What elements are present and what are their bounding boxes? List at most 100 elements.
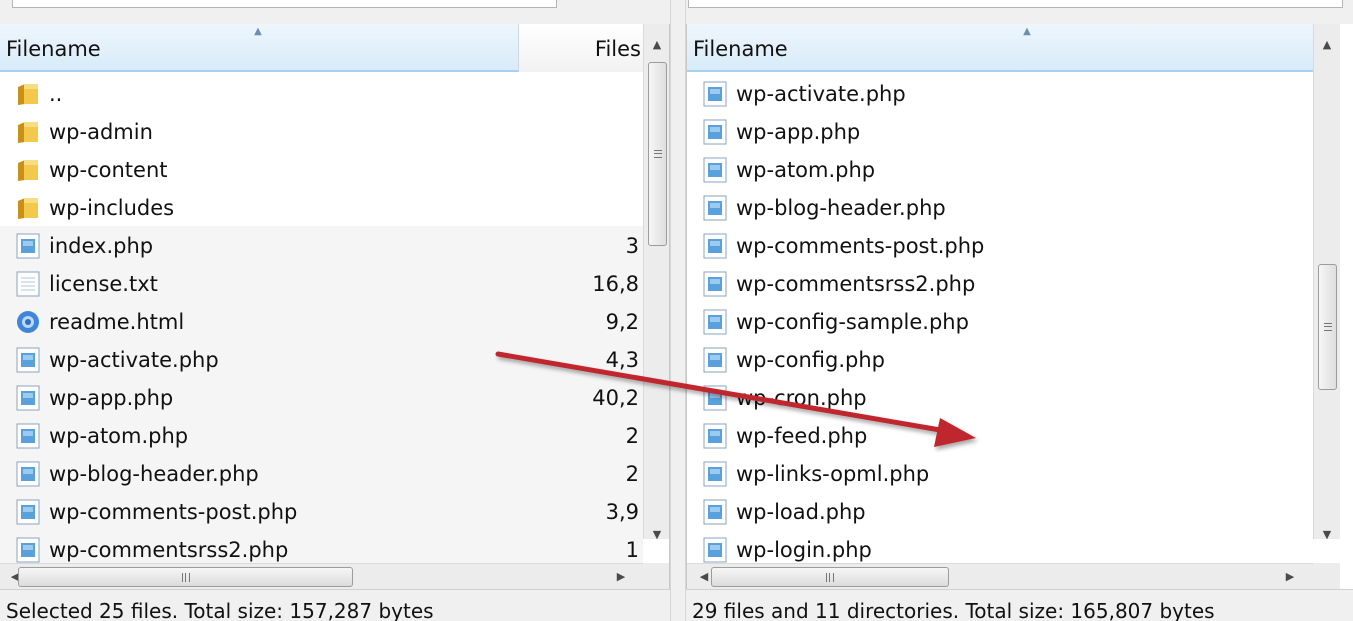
left-filename-column-header[interactable]: ▲ Filename xyxy=(0,24,519,72)
scroll-right-arrow-icon[interactable]: ▶ xyxy=(1279,564,1301,589)
file-name: index.php xyxy=(49,234,154,258)
file-row[interactable]: wp-admin xyxy=(0,112,643,150)
file-size xyxy=(519,74,639,112)
file-row[interactable]: wp-atom.php xyxy=(687,150,1313,188)
file-name: wp-feed.php xyxy=(736,424,868,448)
php-file-icon xyxy=(16,461,40,487)
right-scroll-corner xyxy=(1313,563,1340,589)
file-row[interactable]: index.php 3 xyxy=(0,226,643,264)
file-name: license.txt xyxy=(49,272,158,296)
folder-icon xyxy=(16,195,40,221)
left-vertical-scroll-thumb[interactable] xyxy=(648,62,667,246)
file-row[interactable]: wp-links-opml.php xyxy=(687,454,1313,492)
right-vertical-scrollbar[interactable]: ▲ ▼ xyxy=(1313,24,1340,541)
file-name: wp-content xyxy=(49,158,168,182)
left-horizontal-scrollbar[interactable]: ◀ ▶ xyxy=(0,563,643,589)
file-name: wp-commentsrss2.php xyxy=(736,272,976,296)
file-name: wp-admin xyxy=(49,120,153,144)
text-file-icon xyxy=(16,271,40,297)
file-name: wp-app.php xyxy=(49,386,174,410)
file-row[interactable]: readme.html 9,2 xyxy=(0,302,643,340)
file-row[interactable]: wp-app.php xyxy=(687,112,1313,150)
scroll-down-arrow-icon[interactable]: ▼ xyxy=(1314,522,1340,548)
column-label: Filename xyxy=(693,37,788,61)
left-filesize-column-header[interactable]: Files xyxy=(519,24,643,72)
file-name: wp-comments-post.php xyxy=(736,234,985,258)
scroll-up-arrow-icon[interactable]: ▲ xyxy=(1314,32,1340,58)
file-row[interactable]: license.txt 16,8 xyxy=(0,264,643,302)
file-row[interactable]: wp-commentsrss2.php xyxy=(687,264,1313,302)
right-path-bar xyxy=(686,0,1353,24)
file-name: wp-comments-post.php xyxy=(49,500,298,524)
left-path-field[interactable] xyxy=(12,0,557,8)
left-vertical-scrollbar[interactable]: ▲ ▼ xyxy=(643,24,669,541)
grip-icon xyxy=(826,573,834,582)
file-name: wp-activate.php xyxy=(49,348,219,372)
file-row[interactable]: wp-config.php xyxy=(687,340,1313,378)
file-row[interactable]: wp-activate.php xyxy=(687,74,1313,112)
file-row[interactable]: wp-atom.php 2 xyxy=(0,416,643,454)
file-name: wp-config.php xyxy=(736,348,885,372)
file-name: wp-atom.php xyxy=(49,424,189,448)
left-scroll-corner xyxy=(643,563,669,589)
local-file-list: ▲ Filename Files .. wp-admin wp-content wp-… xyxy=(0,24,670,589)
file-size: 9,2 xyxy=(605,310,639,334)
scroll-up-arrow-icon[interactable]: ▲ xyxy=(644,32,669,58)
file-name: wp-blog-header.php xyxy=(736,196,946,220)
right-filename-column-header[interactable]: ▲ Filename xyxy=(687,24,1313,72)
php-file-icon xyxy=(703,309,727,335)
grip-icon xyxy=(1324,323,1332,331)
file-name: wp-links-opml.php xyxy=(736,462,930,486)
file-row[interactable]: wp-activate.php 4,3 xyxy=(0,340,643,378)
file-size: 4,3 xyxy=(605,348,639,372)
file-row[interactable]: wp-app.php 40,2 xyxy=(0,378,643,416)
php-file-icon xyxy=(703,119,727,145)
left-path-bar xyxy=(0,0,670,24)
pane-splitter[interactable] xyxy=(670,0,686,621)
folder-icon xyxy=(16,157,40,183)
file-size: 16,8 xyxy=(592,272,639,296)
grip-icon xyxy=(181,573,190,582)
left-file-rows: .. wp-admin wp-content wp-includes index.php… xyxy=(0,74,643,568)
php-file-icon xyxy=(16,423,40,449)
file-row[interactable]: wp-blog-header.php 2 xyxy=(0,454,643,492)
sort-ascending-icon: ▲ xyxy=(1023,26,1031,37)
right-horizontal-scroll-thumb[interactable] xyxy=(711,567,949,587)
left-horizontal-scroll-thumb[interactable] xyxy=(18,567,353,587)
file-name: wp-blog-header.php xyxy=(49,462,259,486)
file-row[interactable]: wp-comments-post.php 3,9 xyxy=(0,492,643,530)
php-file-icon xyxy=(703,347,727,373)
right-horizontal-scrollbar[interactable]: ◀ ▶ xyxy=(687,563,1313,589)
file-size: 2 xyxy=(625,424,639,448)
file-size: 2 xyxy=(625,462,639,486)
right-status-bar: 29 files and 11 directories. Total size:… xyxy=(686,589,1353,621)
file-name: readme.html xyxy=(49,310,185,334)
grip-icon xyxy=(654,150,662,158)
file-row[interactable]: wp-blog-header.php xyxy=(687,188,1313,226)
php-file-icon xyxy=(703,499,727,525)
file-row[interactable]: wp-comments-post.php xyxy=(687,226,1313,264)
folder-icon xyxy=(16,119,40,145)
php-file-icon xyxy=(16,537,40,563)
scroll-right-arrow-icon[interactable]: ▶ xyxy=(610,564,632,589)
file-row[interactable]: wp-load.php xyxy=(687,492,1313,530)
right-list-header: ▲ Filename xyxy=(687,24,1313,72)
sort-ascending-icon: ▲ xyxy=(254,26,262,37)
file-size xyxy=(519,112,639,150)
file-name: .. xyxy=(49,82,63,106)
file-row[interactable]: wp-includes xyxy=(0,188,643,226)
php-file-icon xyxy=(703,385,727,411)
php-file-icon xyxy=(703,233,727,259)
php-file-icon xyxy=(703,423,727,449)
file-row[interactable]: wp-feed.php xyxy=(687,416,1313,454)
column-label: Filename xyxy=(6,37,101,61)
file-row[interactable]: wp-cron.php xyxy=(687,378,1313,416)
file-row[interactable]: wp-content xyxy=(0,150,643,188)
right-path-field[interactable] xyxy=(688,0,1343,8)
file-name: wp-atom.php xyxy=(736,158,876,182)
file-name: wp-includes xyxy=(49,196,175,220)
right-vertical-scroll-thumb[interactable] xyxy=(1318,264,1337,390)
file-row[interactable]: wp-config-sample.php xyxy=(687,302,1313,340)
file-row[interactable]: .. xyxy=(0,74,643,112)
scroll-down-arrow-icon[interactable]: ▼ xyxy=(644,522,669,548)
